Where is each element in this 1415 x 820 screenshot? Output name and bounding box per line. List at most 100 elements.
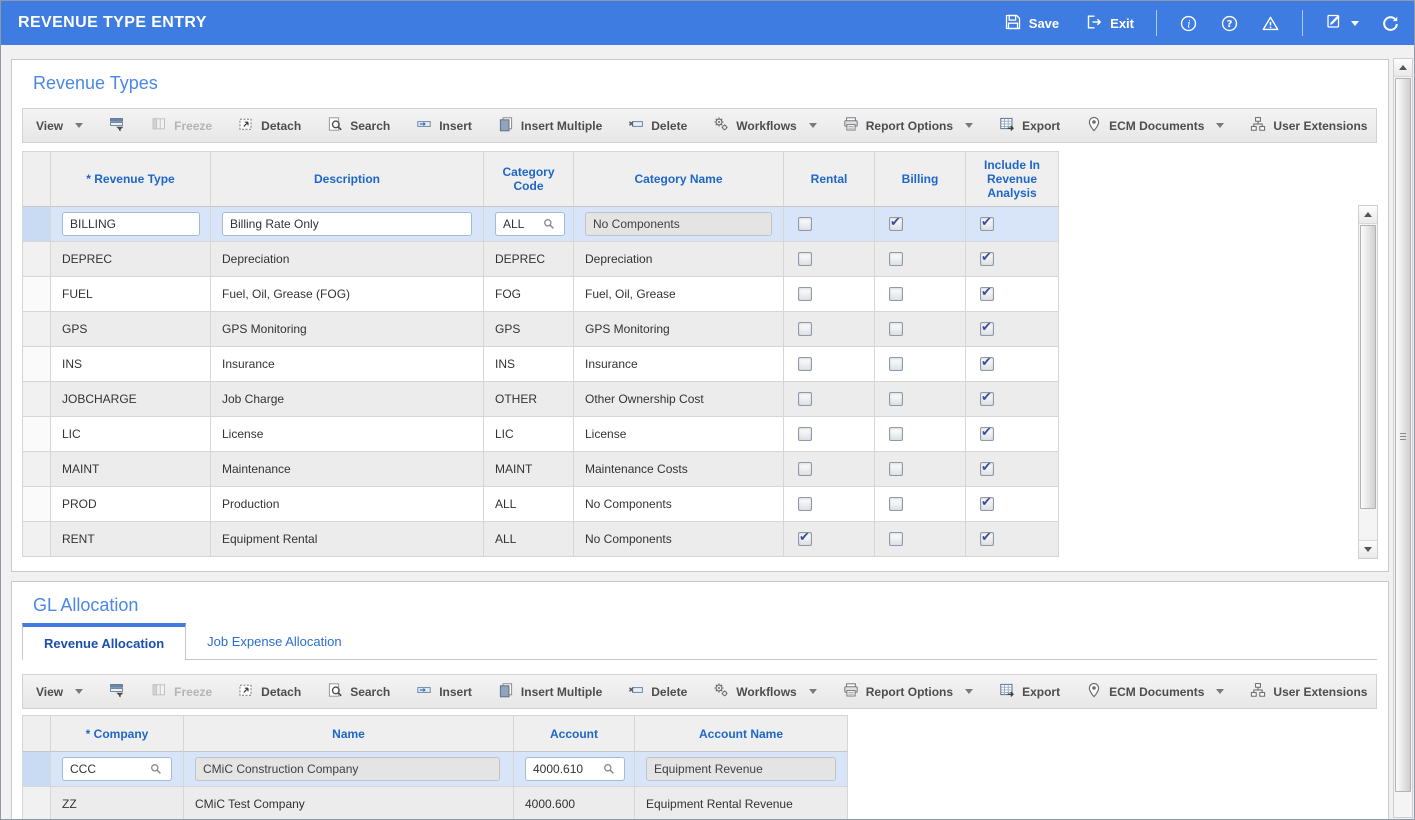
description-input[interactable]: [222, 212, 472, 236]
column-header[interactable]: Category Code: [484, 152, 574, 207]
scrollbar-thumb[interactable]: [1395, 78, 1411, 792]
scrollbar-thumb[interactable]: [1360, 225, 1376, 509]
rental-checkbox[interactable]: [798, 322, 812, 336]
row-selector[interactable]: [23, 522, 51, 557]
scroll-up-button[interactable]: [1394, 59, 1412, 77]
delete-button[interactable]: Delete: [615, 109, 700, 142]
column-header[interactable]: Billing: [875, 152, 966, 207]
billing-checkbox[interactable]: [889, 322, 903, 336]
row-selector[interactable]: [23, 417, 51, 452]
revenue-type-row[interactable]: PRODProductionALLNo Components: [23, 487, 1059, 522]
exit-button[interactable]: Exit: [1085, 13, 1134, 34]
row-selector[interactable]: [23, 487, 51, 522]
workflows-button[interactable]: Workflows: [700, 675, 829, 708]
rental-checkbox[interactable]: [798, 497, 812, 511]
include-in-revenue-analysis-checkbox[interactable]: [980, 217, 994, 231]
rental-checkbox[interactable]: [798, 357, 812, 371]
search-button[interactable]: Search: [314, 675, 403, 708]
column-header[interactable]: * Revenue Type: [51, 152, 211, 207]
ecm-documents-button[interactable]: ECM Documents: [1073, 675, 1237, 708]
help-button[interactable]: ?: [1220, 14, 1239, 33]
delete-button[interactable]: Delete: [615, 675, 700, 708]
billing-checkbox[interactable]: [889, 287, 903, 301]
billing-checkbox[interactable]: [889, 497, 903, 511]
gl-allocation-row[interactable]: ZZCMiC Test Company4000.600Equipment Ren…: [23, 787, 848, 820]
billing-checkbox[interactable]: [889, 357, 903, 371]
scroll-up-button[interactable]: [1359, 206, 1377, 224]
scroll-down-button[interactable]: [1359, 540, 1377, 558]
insert-multiple-button[interactable]: Insert Multiple: [485, 109, 615, 142]
user-extensions-button[interactable]: User Extensions: [1237, 109, 1380, 142]
include-in-revenue-analysis-checkbox[interactable]: [980, 462, 994, 476]
include-in-revenue-analysis-checkbox[interactable]: [980, 532, 994, 546]
include-in-revenue-analysis-checkbox[interactable]: [980, 287, 994, 301]
search-button[interactable]: Search: [314, 109, 403, 142]
include-in-revenue-analysis-checkbox[interactable]: [980, 497, 994, 511]
warning-button[interactable]: [1261, 14, 1280, 33]
row-selector[interactable]: [23, 277, 51, 312]
column-header[interactable]: Rental: [784, 152, 875, 207]
report-options-button[interactable]: Report Options: [830, 675, 986, 708]
column-header[interactable]: * Company: [51, 716, 184, 752]
row-selector[interactable]: [23, 312, 51, 347]
include-in-revenue-analysis-checkbox[interactable]: [980, 322, 994, 336]
tab-job-expense-allocation[interactable]: Job Expense Allocation: [186, 623, 362, 659]
revenue-type-row[interactable]: LICLicenseLICLicense: [23, 417, 1059, 452]
include-in-revenue-analysis-checkbox[interactable]: [980, 392, 994, 406]
rental-checkbox[interactable]: [798, 427, 812, 441]
save-button[interactable]: Save: [1004, 13, 1059, 34]
billing-checkbox[interactable]: [889, 217, 903, 231]
detach-button[interactable]: Detach: [225, 109, 314, 142]
revenue-type-row[interactable]: JOBCHARGEJob ChargeOTHEROther Ownership …: [23, 382, 1059, 417]
include-in-revenue-analysis-checkbox[interactable]: [980, 357, 994, 371]
insert-button[interactable]: Insert: [403, 109, 485, 142]
insert-button[interactable]: Insert: [403, 675, 485, 708]
revenue-table-scrollbar[interactable]: [1358, 205, 1378, 559]
view-button[interactable]: View: [23, 109, 96, 142]
tab-revenue-allocation[interactable]: Revenue Allocation: [22, 623, 186, 660]
revenue-type-row[interactable]: MAINTMaintenanceMAINTMaintenance Costs: [23, 452, 1059, 487]
column-header[interactable]: Name: [184, 716, 514, 752]
include-in-revenue-analysis-checkbox[interactable]: [980, 427, 994, 441]
revenue-type-row[interactable]: FUELFuel, Oil, Grease (FOG)FOGFuel, Oil,…: [23, 277, 1059, 312]
billing-checkbox[interactable]: [889, 462, 903, 476]
rental-checkbox[interactable]: [798, 287, 812, 301]
row-selector[interactable]: [23, 382, 51, 417]
billing-checkbox[interactable]: [889, 252, 903, 266]
qbe-button[interactable]: [96, 109, 138, 142]
detach-button[interactable]: Detach: [225, 675, 314, 708]
revenue-type-row[interactable]: [23, 207, 1059, 242]
report-options-button[interactable]: Report Options: [830, 109, 986, 142]
column-header[interactable]: Category Name: [574, 152, 784, 207]
rental-checkbox[interactable]: [798, 217, 812, 231]
column-header[interactable]: Account Name: [635, 716, 848, 752]
row-selector[interactable]: [23, 207, 51, 242]
row-selector[interactable]: [23, 242, 51, 277]
insert-multiple-button[interactable]: Insert Multiple: [485, 675, 615, 708]
ecm-documents-button[interactable]: ECM Documents: [1073, 109, 1237, 142]
column-header[interactable]: Account: [514, 716, 635, 752]
billing-checkbox[interactable]: [889, 532, 903, 546]
category-code-input[interactable]: [495, 212, 565, 236]
view-button[interactable]: View: [23, 675, 96, 708]
company-input[interactable]: [62, 757, 172, 781]
row-selector[interactable]: [23, 752, 51, 787]
revenue-type-row[interactable]: DEPRECDepreciationDEPRECDepreciation: [23, 242, 1059, 277]
page-scrollbar[interactable]: [1393, 58, 1413, 818]
gl-allocation-row[interactable]: [23, 752, 848, 787]
revenue-type-row[interactable]: RENTEquipment RentalALLNo Components: [23, 522, 1059, 557]
revenue-type-input[interactable]: [62, 212, 200, 236]
info-button[interactable]: i: [1179, 14, 1198, 33]
include-in-revenue-analysis-checkbox[interactable]: [980, 252, 994, 266]
rental-checkbox[interactable]: [798, 462, 812, 476]
rental-checkbox[interactable]: [798, 392, 812, 406]
export-button[interactable]: Export: [986, 675, 1073, 708]
row-selector[interactable]: [23, 347, 51, 382]
rental-checkbox[interactable]: [798, 532, 812, 546]
refresh-button[interactable]: [1381, 14, 1400, 33]
revenue-type-row[interactable]: INSInsuranceINSInsurance: [23, 347, 1059, 382]
column-header[interactable]: Description: [211, 152, 484, 207]
column-header[interactable]: Include In Revenue Analysis: [966, 152, 1059, 207]
billing-checkbox[interactable]: [889, 392, 903, 406]
billing-checkbox[interactable]: [889, 427, 903, 441]
